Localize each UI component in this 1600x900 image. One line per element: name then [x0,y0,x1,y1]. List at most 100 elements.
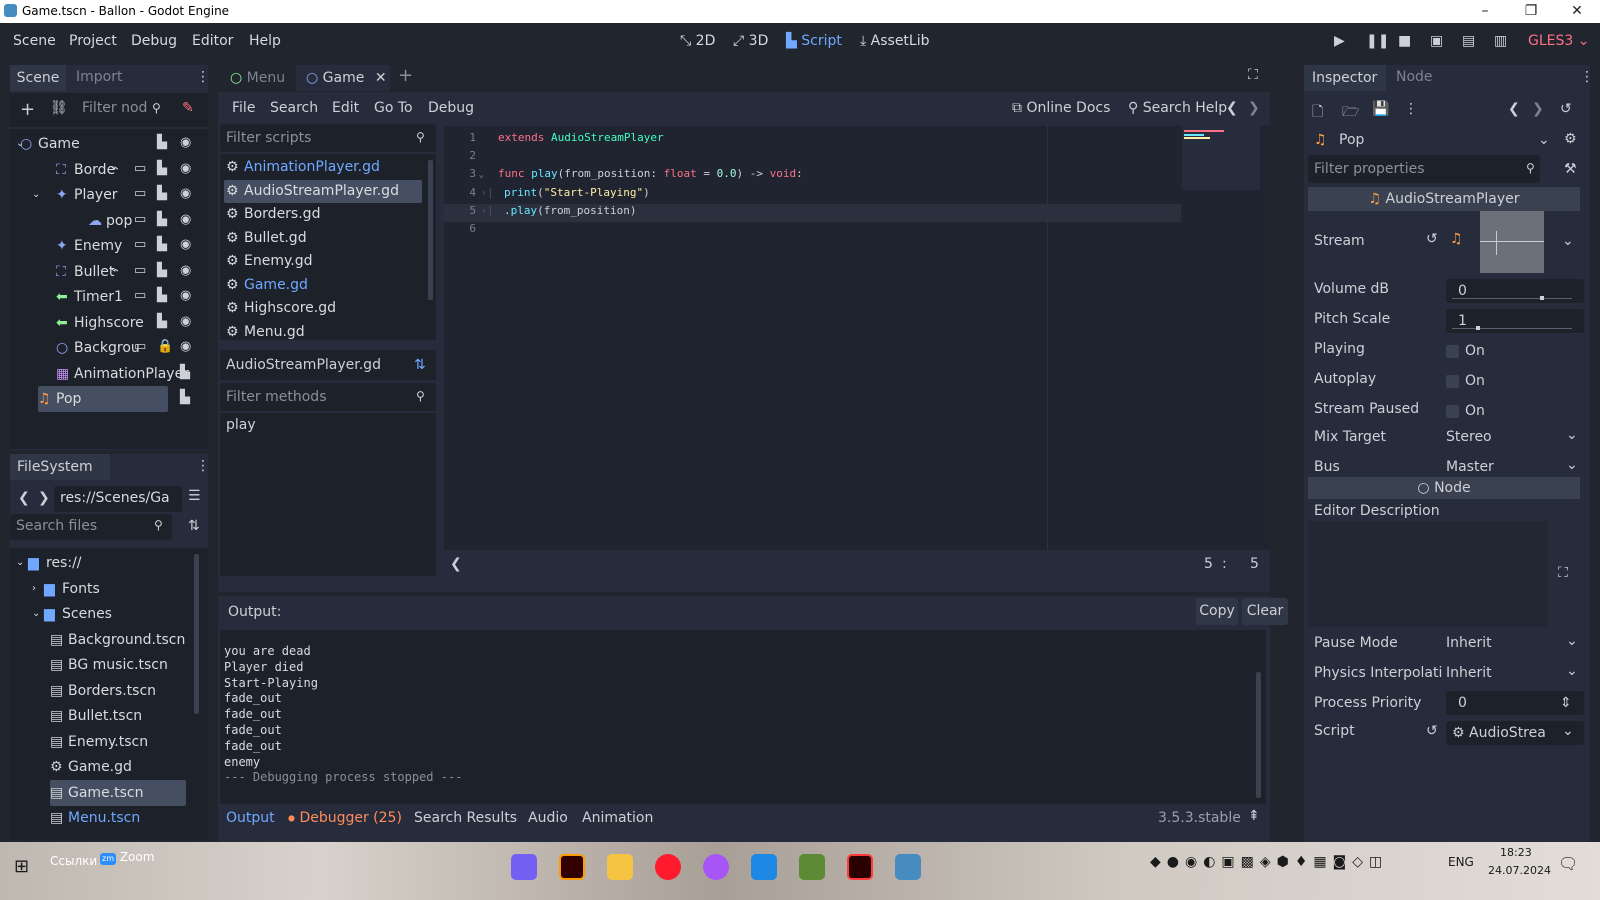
back-icon[interactable]: ❮ [18,490,30,506]
script-menu-search[interactable]: Search [270,100,318,116]
history-back-icon[interactable]: ❮ [1508,101,1520,117]
search-help-button[interactable]: ⚲ Search Help [1128,100,1227,116]
zoom-shortcut[interactable]: zm Zoom [100,850,154,865]
property-tools-icon[interactable]: ⚒ [1564,161,1577,177]
visible-icon[interactable]: ◉ [180,186,191,201]
playing-checkbox[interactable]: On [1446,341,1485,361]
file-item[interactable]: ▤ Background.tscn [14,627,194,653]
scene-tree-node[interactable]: ♫ Pop [38,386,168,412]
link-icon[interactable]: ⛓ [50,100,68,116]
script-icon[interactable]: ▙ [157,263,167,278]
file-item[interactable]: ▤ Game.tscn [50,779,186,806]
toggle-scripts-panel-icon[interactable]: ❮ [450,556,462,572]
group-icon[interactable]: ▭ [134,212,146,227]
script-menu-edit[interactable]: Edit [332,100,359,116]
pitch-slider-grabber[interactable] [1476,326,1480,330]
viber-icon[interactable] [511,854,537,880]
tab-filesystem[interactable]: FileSystem [10,454,110,480]
windows-start-icon[interactable]: ⊞ [14,856,29,877]
file-tree-scrollbar[interactable] [194,554,199,714]
fold-arrow-icon[interactable]: ⌄ [476,166,484,184]
group-icon[interactable]: ▭ [134,263,146,278]
close-icon[interactable]: ✕ [375,70,387,86]
history-icon[interactable]: ↺ [1560,101,1572,117]
scripts-scrollbar[interactable] [428,160,433,300]
revert-icon[interactable]: ↺ [1426,723,1438,739]
view-toggle-icon[interactable]: ☰ [188,488,201,504]
minimap[interactable] [1182,126,1260,190]
workspace-3d-button[interactable]: ⤢ 3D [733,33,768,49]
visible-icon[interactable]: ◉ [180,212,191,227]
clear-button[interactable]: Clear [1242,598,1288,625]
autoplay-checkbox[interactable]: On [1446,371,1485,391]
workspace-script-button[interactable]: ▙ Script [786,33,842,49]
animate-icon[interactable] [847,854,873,880]
dock-menu-icon[interactable]: ⋮ [196,69,210,85]
workspace-assetlib-button[interactable]: ⤓ AssetLib [860,33,930,49]
group-icon[interactable]: ▭ [134,161,146,176]
play-icon[interactable]: ▶ [1334,33,1345,49]
scene-tree-node[interactable]: ⌄ ✦ Player [14,182,204,208]
renderer-select[interactable]: GLES3 ⌄ [1528,33,1589,49]
script-list-item[interactable]: ⚙ Enemy.gd [224,250,422,273]
file-item[interactable]: ▤ BG music.tscn [14,652,194,678]
tab-scene[interactable]: Scene [10,65,66,91]
dock-menu-icon[interactable]: ⋮ [196,458,210,474]
bottom-tab-search-results[interactable]: Search Results [414,810,517,826]
scene-tree-node[interactable]: ⌄ ○ Game [14,131,204,157]
script-list-item[interactable]: ⚙ Game.gd [224,274,422,297]
script-list-item[interactable]: ⚙ Borders.gd [224,203,422,226]
save-icon[interactable]: 💾 [1372,101,1389,117]
chevron-down-icon[interactable]: ⌄ [1562,233,1574,249]
process-priority-spinbox[interactable]: 0 ⇕ [1446,691,1584,715]
script-icon[interactable]: ▙ [157,314,167,329]
menu-help[interactable]: Help [249,33,281,49]
visible-icon[interactable]: ◉ [180,314,191,329]
tab-import[interactable]: Import [76,69,122,85]
chart-app-icon[interactable] [751,854,777,880]
copy-button[interactable]: Copy [1196,598,1238,625]
expand-bottom-panel-icon[interactable]: ⇞ [1248,808,1260,824]
bus-select[interactable]: Master ⌄ [1446,457,1580,475]
open-folder-icon[interactable]: 🗁 [1342,101,1359,125]
filter-methods-input[interactable]: Filter methods [220,383,436,411]
collapse-arrow-icon[interactable]: ⌄ [32,601,40,627]
scene-tree-node[interactable]: ○ Backgrou [14,335,204,361]
online-docs-button[interactable]: ⧉ Online Docs [1012,100,1110,116]
collapse-arrow-icon[interactable]: ⌄ [16,550,24,576]
bottom-tab-animation[interactable]: Animation [582,810,653,826]
sort-icon[interactable]: ⇅ [188,518,200,534]
sort-icon[interactable]: ⇅ [414,350,426,380]
output-scrollbar[interactable] [1256,672,1261,798]
node-section-header[interactable]: ○ Node [1308,477,1580,499]
illustrator-icon[interactable] [559,854,585,880]
script-icon[interactable]: ▙ [157,161,167,176]
script-icon[interactable]: ▙ [157,288,167,303]
menu-editor[interactable]: Editor [192,33,233,49]
play-custom-scene-icon[interactable]: ▤ [1462,33,1475,49]
stream-paused-checkbox[interactable]: On [1446,401,1485,421]
tab-node[interactable]: Node [1396,69,1433,85]
collapse-arrow-icon[interactable]: ⌄ [32,182,40,208]
pitch-scale-field[interactable]: 1 [1446,309,1584,333]
script-resource-field[interactable]: ⚙ AudioStrea ⌄ [1446,721,1584,745]
script-list-item[interactable]: ⚙ AnimationPlayer.gd [224,156,422,179]
script-icon[interactable]: ▙ [157,135,167,150]
visible-icon[interactable]: ◉ [180,237,191,252]
tab-inspector[interactable]: Inspector [1304,65,1386,91]
volume-db-field[interactable]: 0 [1446,279,1584,303]
visible-icon[interactable]: ◉ [180,339,191,354]
method-item[interactable]: play [226,417,256,433]
scene-tree-node[interactable]: ▦ AnimationPlayer [14,361,204,387]
pause-mode-select[interactable]: Inherit ⌄ [1446,633,1580,651]
scene-tree-node[interactable]: ⬅ Highscore [14,310,204,336]
editor-description-textarea[interactable] [1308,521,1548,627]
revert-icon[interactable]: ↺ [1426,231,1438,247]
visible-icon[interactable]: ◉ [180,161,191,176]
script-icon[interactable]: ▙ [157,212,167,227]
history-forward-icon[interactable]: ❯ [1532,101,1544,117]
forward-icon[interactable]: ❯ [38,490,50,506]
script-list-item[interactable]: ⚙ Highscore.gd [224,297,422,320]
scene-tree-node[interactable]: ⛶ Bullet [14,259,204,285]
script-icon[interactable]: ▙ [180,390,190,405]
